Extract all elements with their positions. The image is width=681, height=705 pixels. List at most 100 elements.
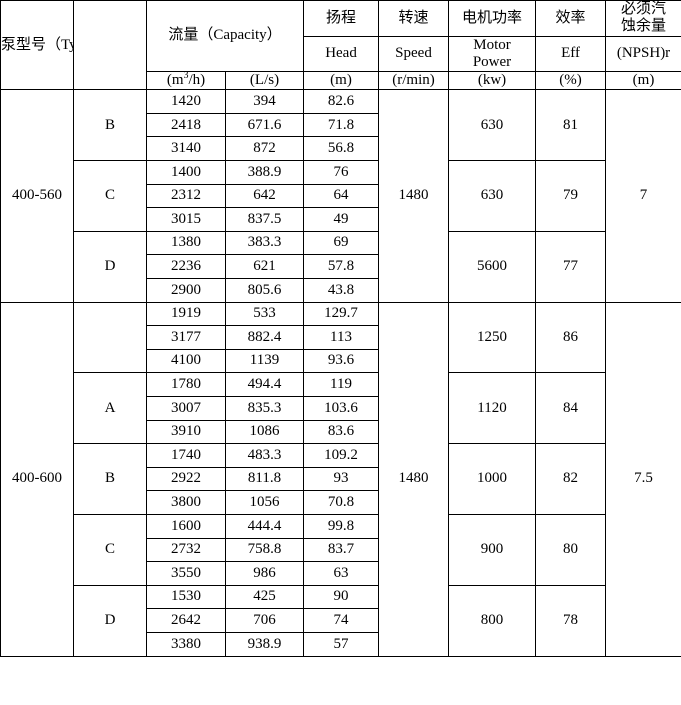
cell-variant: B: [73, 89, 147, 162]
cell-capacity-m3h: 2312: [146, 183, 226, 209]
header-npshr-cn-line2: 蚀余量: [621, 18, 667, 35]
header-speed-cn: 转速: [378, 0, 450, 37]
cell-eff: 81: [535, 89, 607, 162]
cell-capacity-ls: 533: [224, 301, 305, 327]
cell-eff: 77: [535, 230, 607, 303]
header-eff-cn: 效率: [535, 0, 607, 37]
table-row: 400-600 1919 533 129.7 1480 1250 86 7.5: [0, 301, 681, 657]
cell-speed: 1480: [378, 301, 450, 657]
header-motor-power-en: Motor Power: [448, 35, 537, 72]
cell-motor-power: 1120: [448, 372, 537, 445]
cell-capacity-m3h: 3550: [146, 561, 226, 586]
cell-variant: C: [73, 513, 147, 586]
cell-capacity-ls: 1139: [224, 348, 305, 374]
table-row: B 1740 483.3 109.2 1000 82: [1, 443, 681, 515]
cell-variant: [73, 301, 147, 374]
cell-capacity-m3h: 3007: [146, 395, 226, 421]
cell-capacity-m3h: 2418: [146, 112, 226, 138]
cell-head: 57: [303, 631, 380, 657]
cell-capacity-ls: 1086: [224, 419, 305, 445]
cell-capacity-m3h: 1780: [146, 372, 226, 397]
unit-m3h-tail: /h): [188, 72, 206, 88]
cell-eff: 84: [535, 372, 607, 445]
cell-capacity-m3h: 1530: [146, 584, 226, 610]
cell-capacity-ls: 494.4: [224, 372, 305, 397]
cell-head: 119: [303, 372, 380, 397]
header-pump-type: 泵型号（Type）: [0, 0, 74, 91]
cell-capacity-ls: 758.8: [224, 537, 305, 563]
cell-motor-power: 630: [448, 160, 537, 232]
cell-pump-type: 400-600: [0, 301, 74, 657]
header-head-en: Head: [303, 35, 380, 72]
cell-head: 109.2: [303, 443, 380, 468]
table-row: D 1380 383.3 69 5600 77: [1, 230, 681, 303]
cell-capacity-ls: 706: [224, 608, 305, 633]
cell-capacity-ls: 805.6: [224, 278, 305, 303]
cell-variant: B: [73, 443, 147, 515]
cell-capacity-ls: 986: [224, 561, 305, 586]
cell-capacity-ls: 1056: [224, 490, 305, 515]
cell-head: 70.8: [303, 490, 380, 515]
cell-capacity-m3h: 1600: [146, 513, 226, 539]
header-unit-capacity-m3h: (m3/h): [146, 70, 226, 91]
header-npshr-en: (NPSH)r: [605, 35, 681, 72]
table-row: C 1600 444.4 99.8 900 80: [1, 513, 681, 586]
header-head-cn: 扬程: [303, 0, 380, 37]
cell-capacity-ls: 872: [224, 136, 305, 162]
cell-npshr: 7: [605, 89, 681, 303]
cell-capacity-m3h: 1380: [146, 230, 226, 256]
header-npshr-cn: 必须汽 蚀余量: [605, 0, 681, 37]
cell-motor-power: 630: [448, 89, 537, 162]
cell-eff: 80: [535, 513, 607, 586]
cell-head: 76: [303, 160, 380, 185]
cell-capacity-m3h: 3800: [146, 490, 226, 515]
table-row: A 1780 494.4 119 1120 84: [1, 372, 681, 445]
cell-capacity-m3h: 2732: [146, 537, 226, 563]
cell-head: 69: [303, 230, 380, 256]
cell-capacity-m3h: 3380: [146, 631, 226, 657]
cell-capacity-ls: 621: [224, 254, 305, 279]
cell-capacity-m3h: 3140: [146, 136, 226, 162]
cell-head: 63: [303, 561, 380, 586]
cell-head: 43.8: [303, 278, 380, 303]
cell-eff: 79: [535, 160, 607, 232]
cell-capacity-m3h: 3177: [146, 325, 226, 350]
cell-head: 113: [303, 325, 380, 350]
header-unit-head: (m): [303, 70, 380, 91]
header-unit-npshr: (m): [605, 70, 681, 91]
cell-capacity-ls: 444.4: [224, 513, 305, 539]
header-unit-capacity-ls: (L/s): [224, 70, 305, 91]
table-row: C 1400 388.9 76 630 79: [1, 160, 681, 232]
spec-sheet: 泵型号（Type） 流量（Capacity） 扬程 转速 电机功率 效率 必须汽…: [0, 0, 681, 705]
table-row: D 1530 425 90 800 78: [1, 584, 681, 657]
cell-capacity-ls: 938.9: [224, 631, 305, 657]
cell-capacity-m3h: 1919: [146, 301, 226, 327]
cell-capacity-m3h: 2236: [146, 254, 226, 279]
header-eff-en: Eff: [535, 35, 607, 72]
cell-variant: D: [73, 230, 147, 303]
cell-capacity-m3h: 3015: [146, 207, 226, 232]
cell-capacity-m3h: 4100: [146, 348, 226, 374]
cell-head: 90: [303, 584, 380, 610]
cell-capacity-ls: 425: [224, 584, 305, 610]
cell-capacity-ls: 642: [224, 183, 305, 209]
cell-speed: 1480: [378, 89, 450, 303]
cell-capacity-m3h: 2922: [146, 466, 226, 492]
cell-head: 64: [303, 183, 380, 209]
header-npshr-cn-line1: 必须汽: [621, 1, 667, 17]
cell-head: 93: [303, 466, 380, 492]
cell-head: 49: [303, 207, 380, 232]
cell-eff: 86: [535, 301, 607, 374]
cell-eff: 82: [535, 443, 607, 515]
cell-head: 99.8: [303, 513, 380, 539]
cell-capacity-ls: 483.3: [224, 443, 305, 468]
cell-eff: 78: [535, 584, 607, 657]
table-body: 泵型号（Type） 流量（Capacity） 扬程 转速 电机功率 效率 必须汽…: [0, 0, 681, 657]
header-unit-speed: (r/min): [378, 70, 450, 91]
header-unit-motor-power: (kw): [448, 70, 537, 91]
cell-head: 83.7: [303, 537, 380, 563]
cell-capacity-ls: 837.5: [224, 207, 305, 232]
cell-capacity-ls: 394: [224, 89, 305, 114]
cell-head: 57.8: [303, 254, 380, 279]
cell-variant: C: [73, 160, 147, 232]
